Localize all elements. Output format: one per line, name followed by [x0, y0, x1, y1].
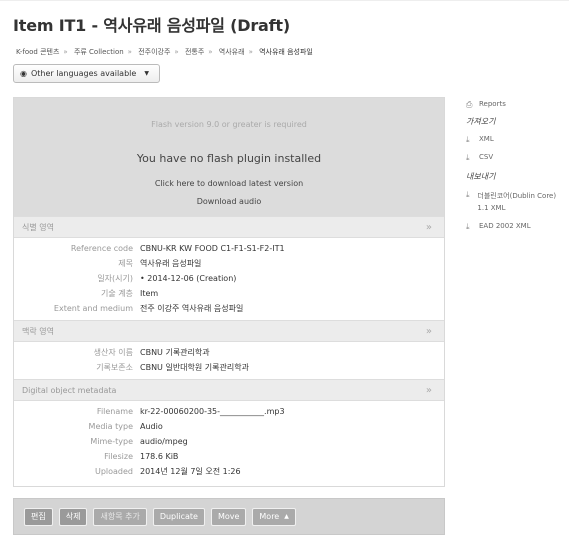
- export-ead-link[interactable]: ⤓ EAD 2002 XML: [466, 222, 569, 232]
- field-value: 역사유래 음성파일: [140, 259, 202, 268]
- expand-icon: »: [425, 325, 432, 337]
- field-row: Uploaded 2014년 12월 7일 오전 1:26: [14, 464, 444, 479]
- top-divider: [0, 0, 569, 1]
- other-languages-button[interactable]: ◉ Other languages available ▼: [13, 64, 160, 83]
- import-header: 가져오기: [466, 117, 496, 126]
- expand-icon: »: [425, 221, 432, 233]
- export-dc-label: 더블린코어(Dublin Core) 1.1 XML: [477, 192, 557, 212]
- delete-button[interactable]: 삭제: [58, 507, 88, 526]
- item-panel: Flash version 9.0 or greater is required…: [13, 97, 445, 487]
- more-label: More: [259, 512, 280, 521]
- expand-icon: »: [425, 384, 432, 396]
- field-row: Filename kr-22-00060200-35-___________.mp…: [14, 404, 444, 419]
- caret-up-icon: ▲: [284, 513, 289, 520]
- breadcrumb: K-food 콘텐츠» 주류 Collection» 전주이강주» 전통주» 역…: [16, 48, 313, 56]
- export-dublin-core-link[interactable]: ⤓ 더블린코어(Dublin Core) 1.1 XML: [466, 190, 569, 214]
- field-value: CBNU-KR KW FOOD C1-F1-S1-F2-IT1: [140, 244, 285, 253]
- field-value: audio/mpeg: [140, 437, 188, 446]
- action-bar: 편집 삭제 새항목 추가 Duplicate Move More ▲: [13, 498, 445, 535]
- edit-button[interactable]: 편집: [24, 507, 53, 526]
- field-label: 기술 계층: [101, 289, 133, 298]
- field-label: Mime-type: [90, 437, 133, 446]
- sidebar: ⎙ Reports 가져오기 ⤓ XML ⤓ CSV 내보내기 ⤓ 더블린코어(…: [466, 100, 569, 240]
- field-value: • 2014-12-06 (Creation): [140, 274, 237, 283]
- field-row: Mime-type audio/mpeg: [14, 434, 444, 449]
- import-xml-label: XML: [479, 135, 494, 143]
- more-button[interactable]: More ▲: [252, 507, 296, 526]
- upload-icon: ⤓: [466, 190, 470, 199]
- digital-object-section-header[interactable]: Digital object metadata »: [14, 379, 444, 401]
- field-label: Filename: [96, 407, 133, 416]
- field-row: Extent and medium 전주 이강주 역사유래 음성파일: [14, 301, 444, 316]
- identity-section-header[interactable]: 식별 영역 »: [14, 216, 444, 238]
- field-value: Audio: [140, 422, 163, 431]
- reports-link[interactable]: ⎙ Reports: [466, 100, 569, 110]
- field-label: 생산자 이름: [93, 348, 133, 357]
- section-title: 맥락 영역: [22, 326, 54, 336]
- section-title: 식별 영역: [22, 222, 54, 232]
- field-row: Filesize 178.6 KiB: [14, 449, 444, 464]
- export-ead-label: EAD 2002 XML: [479, 222, 531, 230]
- field-label: Media type: [88, 422, 133, 431]
- breadcrumb-link[interactable]: 전주이강주: [138, 48, 170, 56]
- breadcrumb-link[interactable]: 주류 Collection: [74, 48, 124, 56]
- context-section: 생산자 이름 CBNU 기록관리학과 기록보존소 CBNU 일반대학원 기록관리학과: [14, 342, 444, 379]
- field-value: 2014년 12월 7일 오전 1:26: [140, 467, 241, 476]
- caret-down-icon: ▼: [144, 70, 149, 77]
- field-value: 전주 이강주 역사유래 음성파일: [140, 304, 244, 313]
- other-languages-label: Other languages available: [30, 69, 137, 78]
- breadcrumb-link[interactable]: 역사유래: [219, 48, 245, 56]
- field-row: 제목 역사유래 음성파일: [14, 256, 444, 271]
- flash-player-area: Flash version 9.0 or greater is required…: [14, 98, 444, 216]
- import-csv-label: CSV: [479, 153, 494, 161]
- upload-icon: ⤓: [466, 135, 470, 144]
- upload-icon: ⤓: [466, 153, 470, 162]
- identity-section: Reference code CBNU-KR KW FOOD C1-F1-S1-F…: [14, 238, 444, 320]
- no-plugin-text: You have no flash plugin installed: [136, 152, 322, 165]
- duplicate-button[interactable]: Duplicate: [152, 507, 205, 526]
- download-audio-link[interactable]: Download audio: [14, 197, 444, 206]
- page-title: Item IT1 - 역사유래 음성파일 (Draft): [13, 16, 290, 35]
- export-header: 내보내기: [466, 172, 496, 181]
- field-label: 일자(시기): [97, 274, 133, 283]
- context-section-header[interactable]: 맥락 영역 »: [14, 320, 444, 342]
- field-row: 생산자 이름 CBNU 기록관리학과: [14, 345, 444, 360]
- breadcrumb-link[interactable]: K-food 콘텐츠: [16, 48, 59, 56]
- field-row: 일자(시기) • 2014-12-06 (Creation): [14, 271, 444, 286]
- field-value: 178.6 KiB: [140, 452, 179, 461]
- field-row: Media type Audio: [14, 419, 444, 434]
- field-label: 제목: [118, 259, 133, 268]
- field-label: Uploaded: [94, 467, 133, 476]
- field-label: Filesize: [104, 452, 133, 461]
- upload-icon: ⤓: [466, 222, 470, 231]
- field-label: Reference code: [70, 244, 133, 253]
- section-title: Digital object metadata: [22, 385, 117, 395]
- digital-object-section: Filename kr-22-00060200-35-___________.mp…: [14, 401, 444, 483]
- field-value[interactable]: CBNU 일반대학원 기록관리학과: [140, 362, 249, 373]
- field-row: Reference code CBNU-KR KW FOOD C1-F1-S1-F…: [14, 241, 444, 256]
- reports-label: Reports: [479, 100, 506, 108]
- import-xml-link[interactable]: ⤓ XML: [466, 135, 569, 145]
- field-row: 기록보존소 CBNU 일반대학원 기록관리학과: [14, 360, 444, 375]
- flash-required-text: Flash version 9.0 or greater is required: [151, 120, 307, 129]
- field-label: Extent and medium: [53, 304, 133, 313]
- download-plugin-link[interactable]: Click here to download latest version: [14, 179, 444, 188]
- field-row: 기술 계층 Item: [14, 286, 444, 301]
- field-label: 기록보존소: [96, 363, 133, 372]
- globe-icon: ◉: [20, 69, 27, 78]
- import-csv-link[interactable]: ⤓ CSV: [466, 153, 569, 163]
- field-value: kr-22-00060200-35-___________.mp3: [140, 407, 285, 416]
- printer-icon: ⎙: [466, 100, 473, 109]
- breadcrumb-link[interactable]: 전통주: [185, 48, 204, 56]
- add-new-button[interactable]: 새항목 추가: [93, 507, 147, 526]
- breadcrumb-current: 역사유래 음성파일: [259, 48, 313, 56]
- field-value[interactable]: CBNU 기록관리학과: [140, 347, 210, 358]
- move-button[interactable]: Move: [210, 507, 247, 526]
- field-value: Item: [140, 289, 159, 298]
